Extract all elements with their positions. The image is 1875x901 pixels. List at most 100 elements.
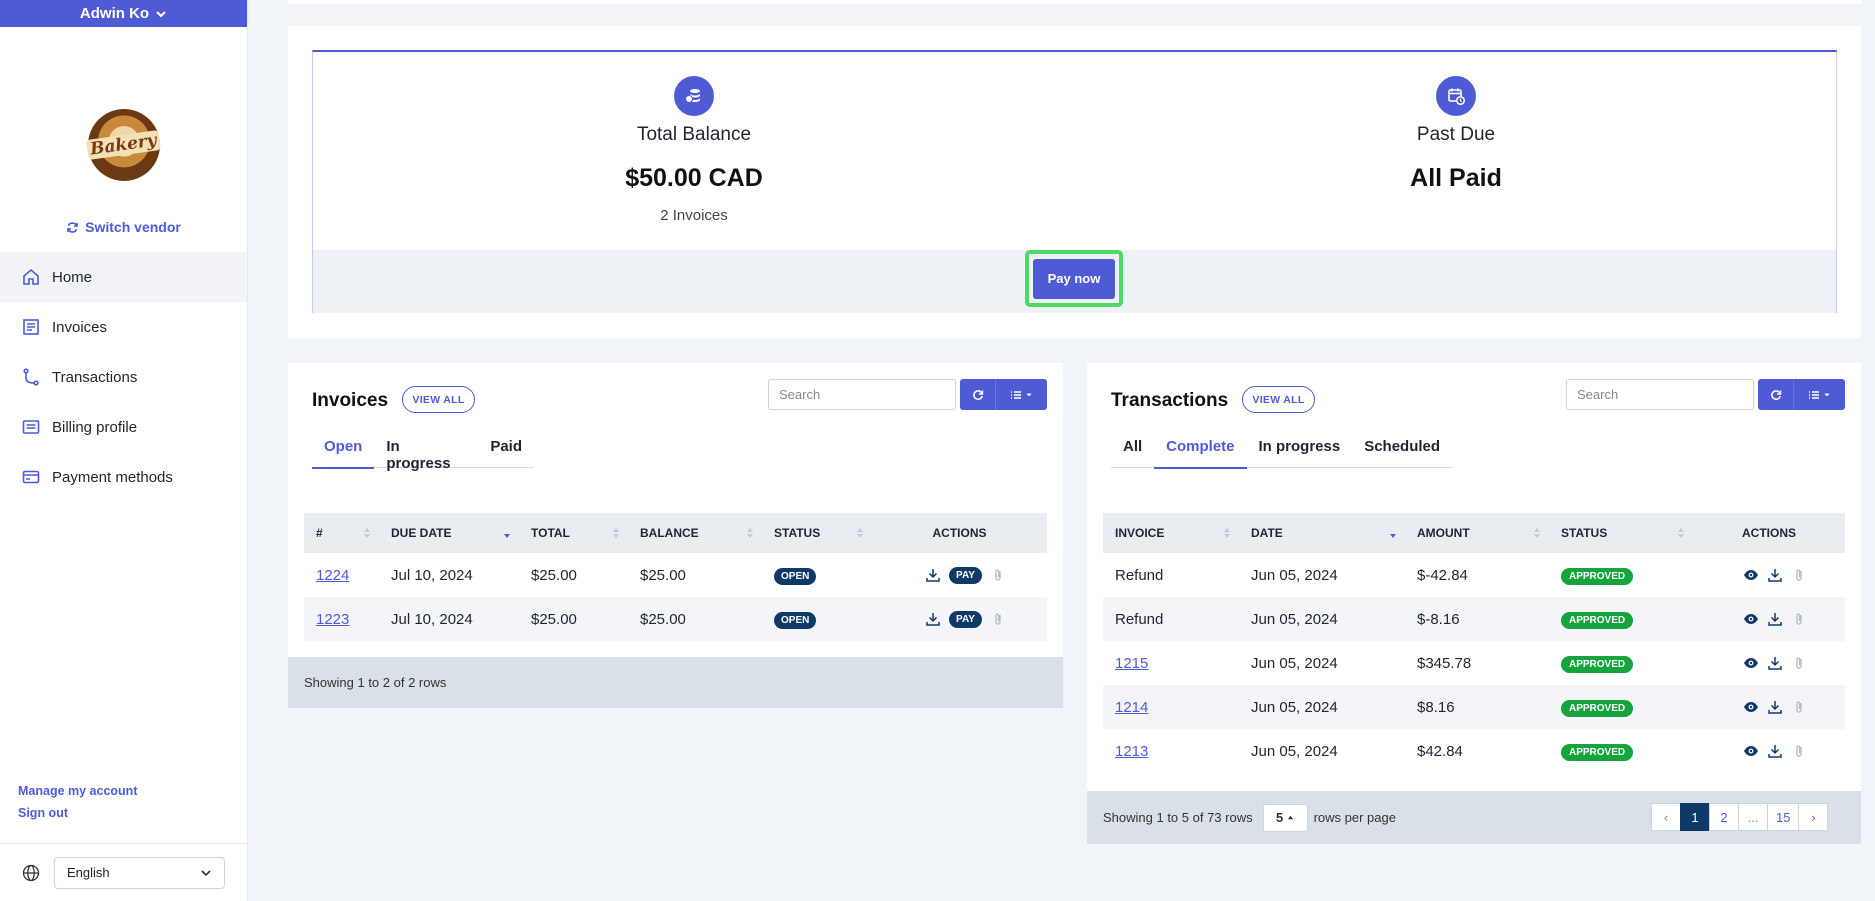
paperclip-icon[interactable]: [1791, 611, 1807, 627]
page-prev-button[interactable]: ‹: [1651, 803, 1681, 831]
sign-out-link[interactable]: Sign out: [18, 806, 137, 820]
column-header-balance[interactable]: BALANCE: [628, 513, 762, 553]
sidebar-item-invoices[interactable]: Invoices: [0, 302, 247, 352]
date-cell: Jun 05, 2024: [1251, 654, 1338, 672]
chevron-down-icon: [156, 10, 166, 17]
credit-card-icon: [22, 470, 40, 484]
transactions-icon: [23, 368, 39, 386]
sidebar-item-home[interactable]: Home: [0, 252, 247, 302]
download-icon[interactable]: [1767, 655, 1783, 671]
column-header-invoice[interactable]: INVOICE: [1103, 513, 1239, 553]
rows-per-page-select[interactable]: 5: [1262, 803, 1308, 832]
status-badge: APPROVED: [1561, 655, 1634, 673]
switch-vendor-link[interactable]: Switch vendor: [0, 219, 247, 235]
pay-now-button[interactable]: Pay now: [1033, 258, 1115, 299]
transactions-search-input[interactable]: Search: [1566, 379, 1754, 410]
invoice-cell: Refund: [1103, 597, 1239, 641]
invoices-columns-button[interactable]: [996, 379, 1047, 410]
date-cell: Jun 05, 2024: [1239, 597, 1405, 641]
invoice-link[interactable]: 1215: [1115, 655, 1148, 672]
column-header-status[interactable]: STATUS: [762, 513, 872, 553]
sort-icon: [364, 528, 370, 538]
column-header-number[interactable]: #: [304, 513, 379, 553]
transactions-panel: Transactions VIEW ALL Search All Complet…: [1087, 363, 1861, 844]
eye-icon[interactable]: [1743, 567, 1759, 583]
transactions-refresh-button[interactable]: [1758, 379, 1794, 410]
download-icon[interactable]: [1767, 611, 1783, 627]
tab-in-progress[interactable]: In progress: [1247, 434, 1353, 467]
paperclip-icon[interactable]: [1791, 655, 1807, 671]
transactions-view-all-button[interactable]: VIEW ALL: [1242, 386, 1315, 413]
column-header-actions: ACTIONS: [872, 513, 1047, 553]
column-header-actions: ACTIONS: [1693, 513, 1845, 553]
invoice-count: 2 Invoices: [660, 207, 728, 224]
invoice-link[interactable]: 1214: [1115, 699, 1148, 716]
sidebar-item-transactions[interactable]: Transactions: [0, 352, 247, 402]
column-header-amount[interactable]: AMOUNT: [1405, 513, 1549, 553]
balance-card: Total Balance $50.00 CAD 2 Invoices Past…: [288, 26, 1861, 338]
sidebar-item-payment-methods[interactable]: Payment methods: [0, 452, 247, 502]
language-select[interactable]: English: [54, 856, 225, 889]
manage-account-link[interactable]: Manage my account: [18, 784, 137, 798]
download-icon[interactable]: [925, 567, 941, 583]
paperclip-icon[interactable]: [1791, 743, 1807, 759]
pay-button[interactable]: PAY: [949, 610, 982, 628]
eye-icon[interactable]: [1743, 699, 1759, 715]
pay-band: Pay now: [313, 250, 1836, 313]
tab-scheduled[interactable]: Scheduled: [1352, 434, 1452, 467]
table-row: 1215 Jun 05, 2024 $345.78 APPROVED: [1103, 641, 1845, 685]
row-actions: PAY: [884, 610, 1047, 628]
paperclip-icon[interactable]: [1791, 699, 1807, 715]
tab-all[interactable]: All: [1111, 434, 1154, 467]
invoices-panel: Invoices VIEW ALL Search Open In progres…: [288, 363, 1063, 708]
download-icon[interactable]: [925, 611, 941, 627]
download-icon[interactable]: [1767, 567, 1783, 583]
eye-icon[interactable]: [1743, 611, 1759, 627]
download-icon[interactable]: [1767, 743, 1783, 759]
table-header-row: # DUE DATE TOTAL BALANCE STATUS ACTIONS: [304, 513, 1047, 553]
invoice-link[interactable]: 1223: [316, 611, 349, 628]
refresh-icon: [67, 221, 79, 233]
paperclip-icon[interactable]: [990, 611, 1006, 627]
tab-in-progress[interactable]: In progress: [374, 434, 478, 472]
tab-open[interactable]: Open: [312, 434, 375, 469]
paperclip-icon[interactable]: [1791, 567, 1807, 583]
paperclip-icon[interactable]: [990, 567, 1006, 583]
sort-icon: [1224, 528, 1230, 538]
invoices-table: # DUE DATE TOTAL BALANCE STATUS ACTIONS …: [304, 513, 1047, 641]
pay-button[interactable]: PAY: [949, 566, 982, 584]
tab-paid[interactable]: Paid: [478, 434, 534, 467]
page-button-1[interactable]: 1: [1680, 803, 1710, 831]
user-menu[interactable]: Adwin Ko: [0, 0, 247, 27]
pay-now-highlight: Pay now: [1025, 250, 1123, 307]
tab-complete[interactable]: Complete: [1154, 434, 1247, 469]
invoice-link[interactable]: 1224: [316, 567, 349, 584]
invoices-refresh-button[interactable]: [960, 379, 996, 410]
sort-icon: [613, 528, 619, 538]
transactions-columns-button[interactable]: [1794, 379, 1845, 410]
date-cell: Jun 05, 2024: [1251, 566, 1338, 584]
caret-up-icon: [1288, 815, 1294, 820]
invoices-view-all-button[interactable]: VIEW ALL: [402, 386, 475, 413]
page-button-15[interactable]: 15: [1767, 803, 1800, 831]
download-icon[interactable]: [1767, 699, 1783, 715]
eye-icon[interactable]: [1743, 655, 1759, 671]
page-button-2[interactable]: 2: [1709, 803, 1739, 831]
user-name: Adwin Ko: [79, 5, 150, 22]
column-header-due-date[interactable]: DUE DATE: [379, 513, 519, 553]
past-due-title: Past Due: [1416, 124, 1496, 145]
eye-icon[interactable]: [1743, 743, 1759, 759]
invoice-link[interactable]: 1213: [1115, 743, 1148, 760]
column-header-date[interactable]: DATE: [1239, 513, 1405, 553]
calendar-clock-icon: [1436, 76, 1476, 116]
caret-down-icon: [1824, 393, 1830, 396]
sidebar-item-label: Invoices: [52, 318, 108, 336]
column-header-total[interactable]: TOTAL: [519, 513, 628, 553]
invoices-search-input[interactable]: Search: [768, 379, 956, 410]
amount-cell: $-8.16: [1405, 597, 1549, 641]
column-header-status[interactable]: STATUS: [1549, 513, 1693, 553]
row-actions: [1705, 699, 1845, 715]
page-ellipsis: ...: [1738, 803, 1768, 831]
page-next-button[interactable]: ›: [1798, 803, 1829, 831]
sidebar-item-billing-profile[interactable]: Billing profile: [0, 402, 247, 452]
